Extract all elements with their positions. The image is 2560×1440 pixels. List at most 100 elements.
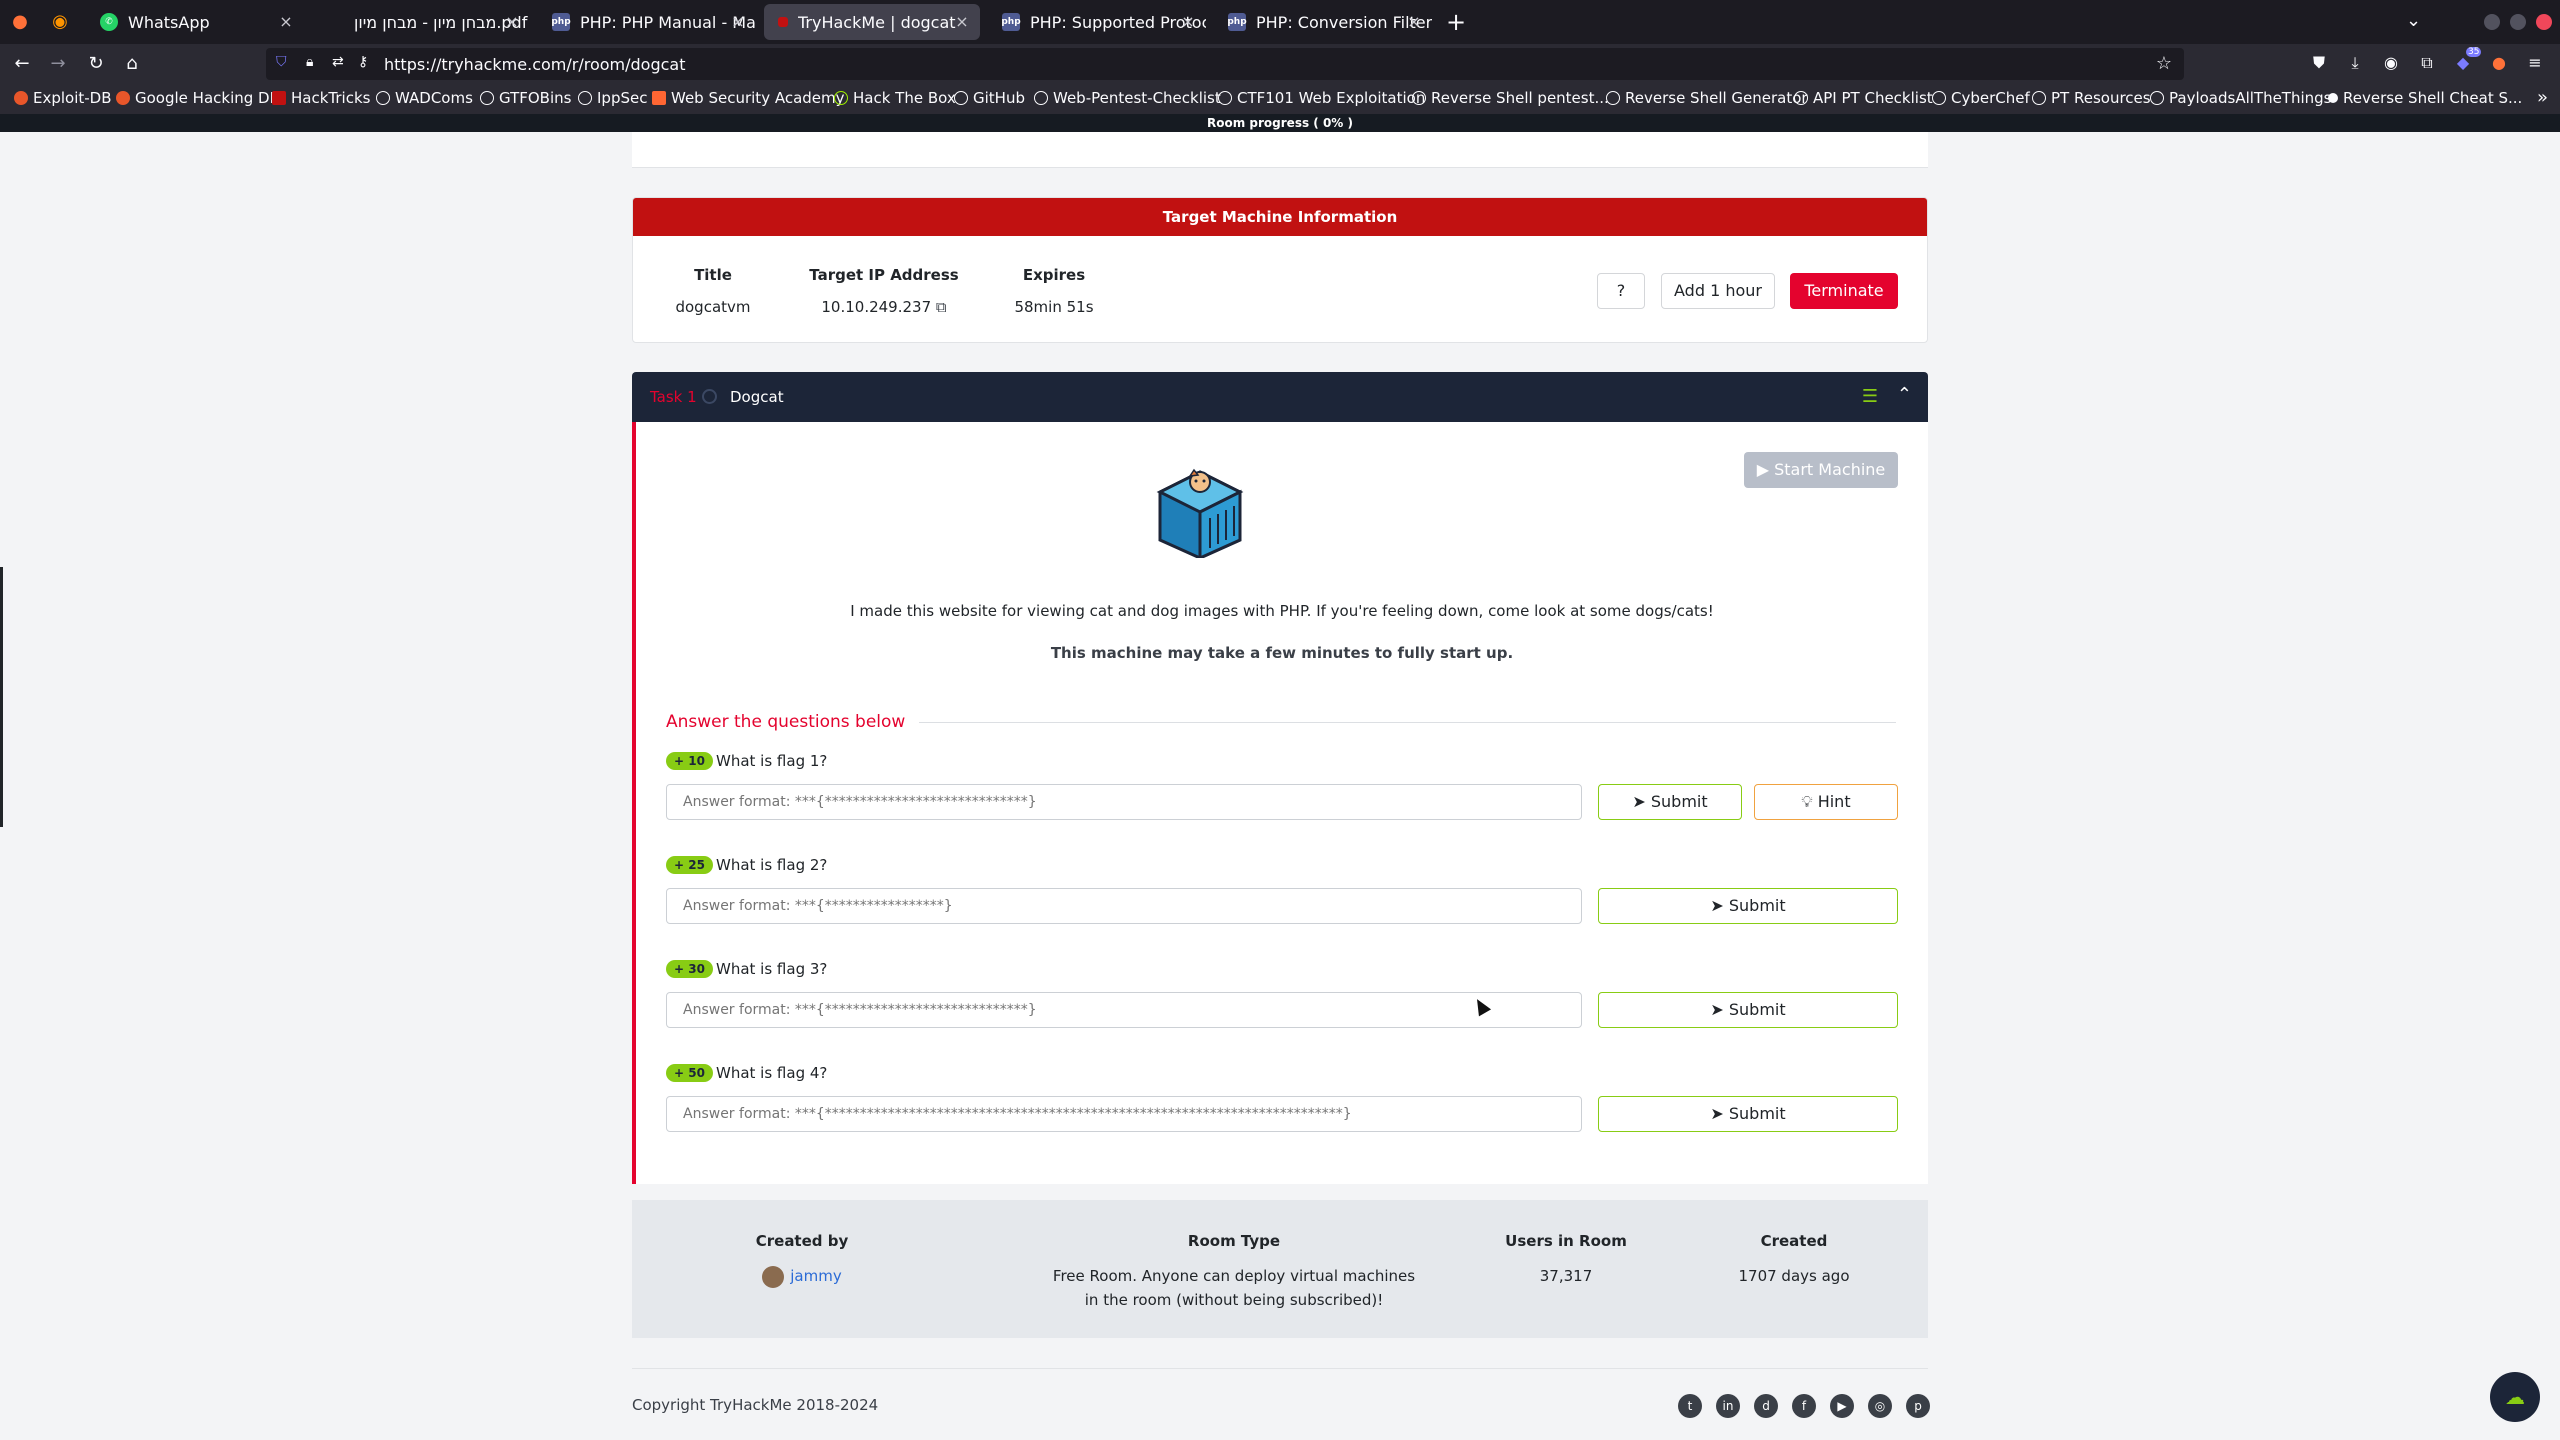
bookmark-item[interactable]: Reverse Shell Generator	[1606, 89, 1808, 107]
discord-icon[interactable]: d	[1754, 1394, 1778, 1418]
bookmark-item[interactable]: HackTricks	[272, 89, 370, 107]
tab-pdf[interactable]: מבחן מיון - מבחן מיון.pdf ×	[312, 4, 530, 40]
start-machine-button[interactable]: ▶ Start Machine	[1744, 452, 1898, 488]
users-label: Users in Room	[1505, 1232, 1627, 1250]
bookmark-item[interactable]: API PT Checklist	[1794, 89, 1933, 107]
bookmark-item[interactable]: Web-Pentest-Checklist	[1034, 89, 1221, 107]
key-icon[interactable]: ⚷	[358, 54, 368, 70]
bookmark-item[interactable]: Reverse Shell Cheat S...	[2328, 89, 2522, 107]
answer-input[interactable]	[666, 1096, 1582, 1132]
bookmark-label: Hack The Box	[853, 89, 956, 107]
url-text[interactable]: https://tryhackme.com/r/room/dogcat	[384, 55, 685, 74]
firefox-menu-icon[interactable]: ●	[8, 10, 32, 34]
terminate-button[interactable]: Terminate	[1790, 273, 1898, 309]
bookmark-item[interactable]: CTF101 Web Exploitation	[1218, 89, 1425, 107]
chat-support-icon[interactable]: ☁	[2490, 1372, 2540, 1422]
tab-php-filters[interactable]: php PHP: Conversion Filters - ×	[1214, 4, 1432, 40]
tab-php-manual[interactable]: php PHP: PHP Manual - Manu ×	[538, 4, 756, 40]
users-col: Users in Room 37,317	[1486, 1232, 1646, 1288]
chevron-right-icon[interactable]: »	[2537, 87, 2548, 108]
room-type-col: Room Type Free Room. Anyone can deploy v…	[1032, 1232, 1436, 1312]
close-window-icon[interactable]	[2536, 14, 2552, 30]
facebook-icon[interactable]: f	[1792, 1394, 1816, 1418]
room-type-line-2: in the room (without being subscribed)!	[1084, 1291, 1384, 1309]
lock-icon[interactable]: 🔒︎	[306, 54, 313, 70]
pocket-icon[interactable]: ⛊	[2308, 53, 2330, 75]
chevron-up-icon[interactable]: ⌃	[1897, 384, 1912, 405]
answer-input[interactable]	[666, 888, 1582, 924]
globe-icon	[376, 91, 390, 105]
tab-tryhackme-dogcat[interactable]: TryHackMe | dogcat ×	[764, 4, 980, 40]
menu-icon[interactable]: ≡	[2524, 53, 2546, 75]
bookmark-item[interactable]: PayloadsAllTheThings	[2150, 89, 2332, 107]
hint-button[interactable]: 💡︎ Hint	[1754, 784, 1898, 820]
reload-icon[interactable]: ↻	[84, 52, 108, 76]
bookmark-item[interactable]: GTFOBins	[480, 89, 571, 107]
machine-ip-value[interactable]: 10.10.249.237	[821, 298, 931, 316]
machine-ip-col: Target IP Address 10.10.249.237 ⧉	[809, 266, 959, 316]
submit-button[interactable]: ➤ Submit	[1598, 888, 1898, 924]
submit-button[interactable]: ➤ Submit	[1598, 992, 1898, 1028]
bookmark-label: GitHub	[973, 89, 1025, 107]
close-tab-icon[interactable]: ×	[1404, 12, 1424, 32]
users-value: 37,317	[1539, 1267, 1593, 1285]
twitter-icon[interactable]: t	[1678, 1394, 1702, 1418]
account-icon[interactable]: ◉	[2380, 53, 2402, 75]
help-button[interactable]: ?	[1597, 273, 1645, 309]
tab-whatsapp[interactable]: ✆ WhatsApp ×	[86, 4, 304, 40]
extension-badge-icon[interactable]: ◆ 35	[2452, 47, 2482, 75]
copyright-text: Copyright TryHackMe 2018-2024	[632, 1396, 879, 1414]
minimize-window-icon[interactable]	[2484, 14, 2500, 30]
bookmark-item[interactable]: GitHub	[954, 89, 1025, 107]
task-header[interactable]: Task 1 Dogcat ☰ ⌃	[632, 372, 1928, 422]
author-link[interactable]: jammy	[790, 1267, 841, 1285]
side-panel-handle[interactable]	[0, 567, 3, 827]
close-tab-icon[interactable]: ×	[502, 12, 522, 32]
home-icon[interactable]: ⌂	[120, 52, 144, 76]
bookmark-item[interactable]: CyberChef	[1932, 89, 2030, 107]
back-icon[interactable]: ←	[10, 52, 34, 76]
chevron-down-icon[interactable]: ⌄	[2406, 10, 2421, 31]
bookmark-item[interactable]: Google Hacking DB	[116, 89, 280, 107]
copy-icon[interactable]: ⧉	[936, 298, 947, 316]
instagram-icon[interactable]: ◎	[1868, 1394, 1892, 1418]
downloads-icon[interactable]: ⤓	[2344, 53, 2366, 75]
close-tab-icon[interactable]: ×	[276, 12, 296, 32]
php-icon: php	[1227, 13, 1247, 31]
question-2: + 25 What is flag 2? ➤ Submit	[666, 856, 1898, 946]
question-text: What is flag 2?	[716, 856, 828, 874]
bookmark-item[interactable]: WADComs	[376, 89, 473, 107]
task-description: I made this website for viewing cat and …	[850, 602, 1714, 620]
youtube-icon[interactable]: ▶	[1830, 1394, 1854, 1418]
bookmark-item[interactable]: Hack The Box	[834, 89, 956, 107]
submit-button[interactable]: ➤ Submit	[1598, 784, 1742, 820]
forward-icon[interactable]: →	[46, 52, 70, 76]
add-hour-button[interactable]: Add 1 hour	[1661, 273, 1775, 309]
linkedin-icon[interactable]: in	[1716, 1394, 1740, 1418]
close-tab-icon[interactable]: ×	[952, 12, 972, 32]
machine-expires-value: 58min 51s	[1014, 298, 1094, 316]
permissions-icon[interactable]: ⇄	[332, 54, 344, 70]
tab-php-protocols[interactable]: php PHP: Supported Protocols ×	[988, 4, 1206, 40]
answer-input[interactable]	[666, 784, 1582, 820]
ublock-icon[interactable]: ●	[2488, 53, 2510, 75]
bookmark-item[interactable]: IppSec	[578, 89, 647, 107]
bookmark-star-icon[interactable]: ☆	[2156, 53, 2172, 74]
bookmark-item[interactable]: Reverse Shell pentest...	[1412, 89, 1609, 107]
url-bar[interactable]: ⛉ 🔒︎ ⇄ ⚷ https://tryhackme.com/r/room/do…	[266, 48, 2184, 80]
extensions-icon[interactable]: ⧉	[2416, 53, 2438, 75]
answer-input[interactable]	[666, 992, 1582, 1028]
submit-button[interactable]: ➤ Submit	[1598, 1096, 1898, 1132]
new-tab-icon[interactable]: +	[1442, 8, 1470, 36]
maximize-window-icon[interactable]	[2510, 14, 2526, 30]
bookmark-item[interactable]: Exploit-DB	[14, 89, 112, 107]
machine-expires-col: Expires 58min 51s	[999, 266, 1109, 316]
close-tab-icon[interactable]: ×	[728, 12, 748, 32]
shield-icon[interactable]: ⛉	[276, 54, 287, 70]
bookmark-item[interactable]: PT Resources	[2032, 89, 2151, 107]
bookmark-label: Google Hacking DB	[135, 89, 280, 107]
pinterest-icon[interactable]: p	[1906, 1394, 1930, 1418]
bookmark-item[interactable]: Web Security Academy	[652, 89, 845, 107]
close-tab-icon[interactable]: ×	[1178, 12, 1198, 32]
split-view-icon[interactable]: ☰	[1862, 386, 1878, 407]
